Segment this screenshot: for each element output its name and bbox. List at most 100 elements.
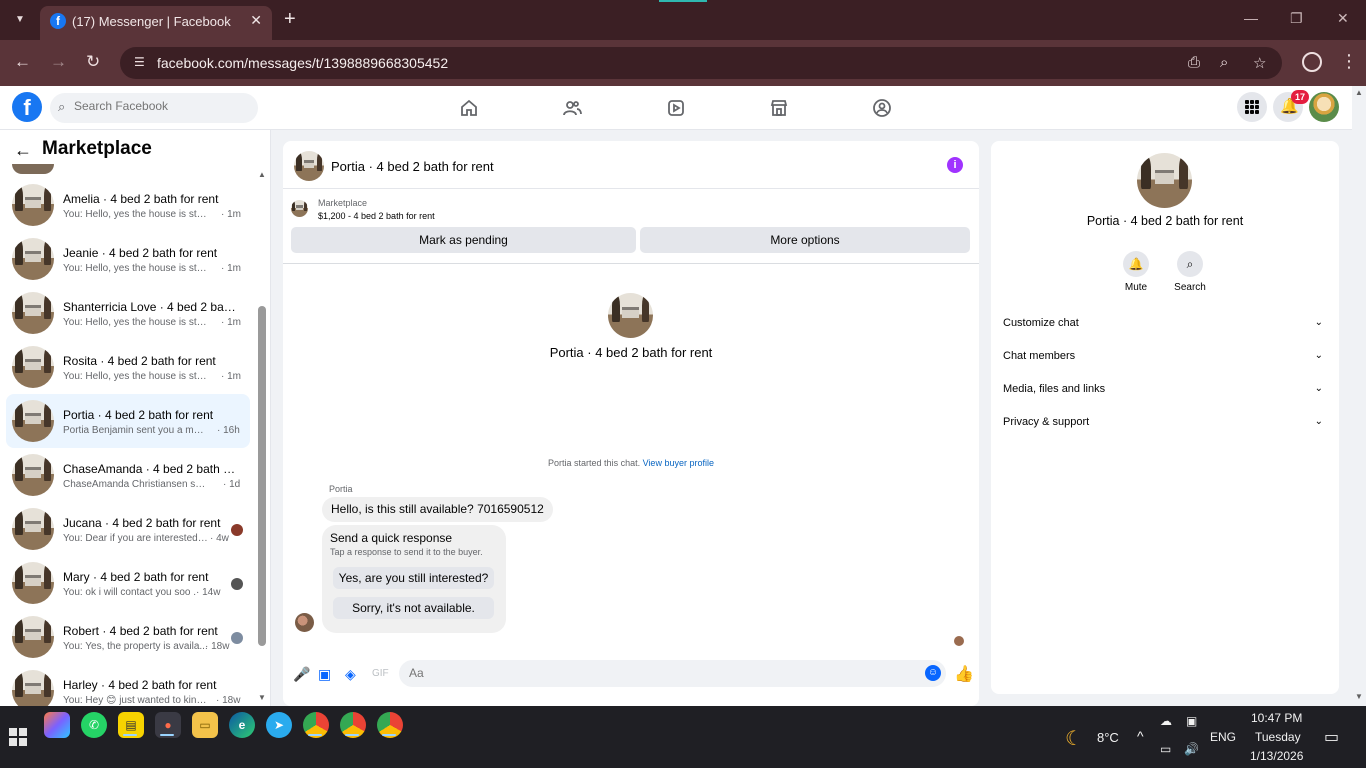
listing-thumbnail[interactable] — [291, 200, 308, 217]
meet-icon[interactable]: ▣ — [1186, 714, 1197, 728]
facebook-logo-icon[interactable]: f — [12, 92, 42, 122]
message-input[interactable] — [409, 666, 909, 680]
read-receipt-avatar — [954, 636, 964, 646]
conversation-item[interactable]: Jeanie · 4 bed 2 bath for rent You: Hello… — [6, 232, 250, 286]
quick-response-yes-button[interactable]: Yes, are you still interested? — [333, 567, 494, 589]
telegram-icon[interactable]: ➤ — [266, 712, 292, 738]
seen-avatar — [231, 578, 243, 590]
quick-response-card: Send a quick response Tap a response to … — [322, 525, 506, 633]
account-avatar[interactable] — [1309, 92, 1339, 122]
thumbs-up-icon[interactable]: 👍 — [954, 664, 974, 684]
sender-avatar[interactable] — [295, 613, 314, 632]
restore-icon[interactable]: ❐ — [1290, 10, 1303, 27]
install-app-icon[interactable]: ⎙ — [1188, 54, 1200, 71]
emoji-icon[interactable]: ☺ — [925, 665, 941, 681]
photo-icon[interactable]: ▣ — [318, 666, 331, 683]
conversation-item[interactable]: Portia · 4 bed 2 bath for rent Portia Ben… — [6, 394, 250, 448]
new-tab-icon[interactable]: + — [284, 8, 296, 30]
browser-tab[interactable]: f (17) Messenger | Facebook ✕ — [40, 6, 272, 40]
groups-icon[interactable] — [872, 98, 892, 118]
clock-date[interactable]: 1/13/2026 — [1250, 749, 1303, 763]
conversation-item[interactable]: Harley · 4 bed 2 bath for rent You: Hey 😊… — [6, 664, 250, 706]
mute-bell-icon: 🔔 — [1123, 251, 1149, 277]
facebook-search[interactable]: ⌕ — [50, 93, 258, 123]
clock-time[interactable]: 10:47 PM — [1251, 711, 1302, 725]
menu-grid-icon[interactable] — [1237, 92, 1267, 122]
forward-icon[interactable]: → — [50, 52, 67, 72]
mute-button[interactable]: 🔔 Mute — [1111, 251, 1161, 293]
quick-response-sorry-button[interactable]: Sorry, it's not available. — [333, 597, 494, 619]
sidebar-scroll-down-icon[interactable]: ▼ — [258, 693, 266, 702]
microphone-icon[interactable]: 🎤 — [293, 666, 310, 683]
conversation-item[interactable]: ChaseAmanda · 4 bed 2 bath fo... ChaseAma… — [6, 448, 250, 502]
search-in-chat-button[interactable]: ⌕ Search — [1165, 251, 1215, 293]
windows-start-icon[interactable] — [9, 728, 27, 746]
volume-icon[interactable]: 🔊 — [1184, 742, 1199, 756]
bookmark-star-icon[interactable]: ☆ — [1253, 54, 1266, 72]
message-input-box[interactable]: ☺ — [399, 660, 946, 687]
site-settings-icon[interactable]: ☰ — [134, 55, 150, 71]
friends-icon[interactable] — [562, 98, 582, 118]
weather-moon-icon[interactable]: ☾ — [1065, 726, 1083, 751]
running-indicator — [345, 734, 359, 736]
conversation-item[interactable]: Mary · 4 bed 2 bath for rent You: ok i wi… — [6, 556, 250, 610]
sidebar-scrollbar[interactable] — [258, 168, 266, 648]
search-input[interactable] — [74, 99, 249, 113]
chat-header-avatar[interactable] — [294, 151, 324, 181]
chevron-down-icon: ⌄ — [1314, 350, 1323, 361]
page-scrollbar[interactable]: ▲ ▼ — [1352, 86, 1366, 706]
copilot-icon[interactable] — [44, 712, 70, 738]
window-close-icon[interactable]: ✕ — [1337, 10, 1349, 27]
conversation-preview: You: Hello, yes the house is still av... — [63, 371, 208, 382]
home-icon[interactable] — [459, 98, 479, 118]
privacy-support-section[interactable]: Privacy & support ⌄ — [1003, 410, 1329, 434]
conversation-avatar — [12, 400, 54, 442]
whatsapp-icon[interactable]: ✆ — [81, 712, 107, 738]
gif-icon[interactable]: GIF — [372, 668, 389, 679]
browser-profile-icon[interactable] — [1302, 52, 1322, 72]
network-icon[interactable]: ▭ — [1160, 742, 1171, 756]
browser-menu-icon[interactable]: ⋮ — [1340, 51, 1358, 71]
zoom-icon[interactable]: ⌕ — [1220, 54, 1228, 71]
temperature[interactable]: 8°C — [1097, 730, 1119, 745]
mark-as-pending-button[interactable]: Mark as pending — [291, 227, 636, 253]
language-indicator[interactable]: ENG — [1210, 730, 1236, 744]
customize-chat-section[interactable]: Customize chat ⌄ — [1003, 311, 1329, 335]
clock-day[interactable]: Tuesday — [1255, 730, 1301, 744]
details-avatar[interactable] — [1137, 153, 1192, 208]
chat-members-section[interactable]: Chat members ⌄ — [1003, 344, 1329, 368]
reload-icon[interactable]: ↻ — [86, 52, 100, 72]
onedrive-icon[interactable]: ☁ — [1160, 714, 1172, 728]
conversation-item[interactable]: Robert · 4 bed 2 bath for rent You: Yes, … — [6, 610, 250, 664]
view-buyer-profile-link[interactable]: View buyer profile — [643, 458, 714, 468]
video-icon[interactable] — [666, 98, 686, 118]
message-bubble[interactable]: Hello, is this still available? 70165905… — [322, 497, 553, 522]
tab-close-icon[interactable]: ✕ — [250, 12, 262, 29]
show-hidden-icons-icon[interactable]: ^ — [1137, 728, 1144, 744]
file-explorer-icon[interactable]: ▭ — [192, 712, 218, 738]
address-bar[interactable]: ☰ facebook.com/messages/t/13988896683054… — [120, 47, 1282, 79]
more-options-button[interactable]: More options — [640, 227, 970, 253]
sticker-icon[interactable]: ◈ — [345, 666, 356, 683]
listing-price[interactable]: $1,200 - 4 bed 2 bath for rent — [318, 211, 435, 221]
edge-icon[interactable]: e — [229, 712, 255, 738]
conversation-item[interactable]: Shanterricia Love · 4 bed 2 bath... You: … — [6, 286, 250, 340]
minimize-icon[interactable]: — — [1244, 10, 1258, 26]
marketplace-icon[interactable] — [769, 98, 789, 118]
conversation-item[interactable]: Jucana · 4 bed 2 bath for rent You: Dear … — [6, 502, 250, 556]
notification-center-icon[interactable]: ▭ — [1324, 727, 1339, 747]
chat-title[interactable]: Portia · 4 bed 2 bath for rent — [331, 159, 494, 174]
sidebar-scroll-thumb[interactable] — [258, 306, 266, 646]
conversation-item[interactable]: Amelia · 4 bed 2 bath for rent You: Hello… — [6, 178, 250, 232]
conversation-avatar — [12, 670, 54, 706]
chat-intro-avatar[interactable] — [608, 293, 653, 338]
info-icon[interactable]: i — [947, 157, 963, 173]
tab-search-icon[interactable]: ▼ — [8, 9, 32, 31]
conversation-name: Jucana · 4 bed 2 bath for rent — [63, 516, 221, 530]
back-arrow-icon[interactable]: ← — [14, 140, 32, 161]
page-scroll-down-icon[interactable]: ▼ — [1355, 692, 1363, 701]
media-files-links-section[interactable]: Media, files and links ⌄ — [1003, 377, 1329, 401]
back-icon[interactable]: ← — [14, 52, 31, 72]
page-scroll-up-icon[interactable]: ▲ — [1355, 88, 1363, 97]
conversation-item[interactable]: Rosita · 4 bed 2 bath for rent You: Hello… — [6, 340, 250, 394]
